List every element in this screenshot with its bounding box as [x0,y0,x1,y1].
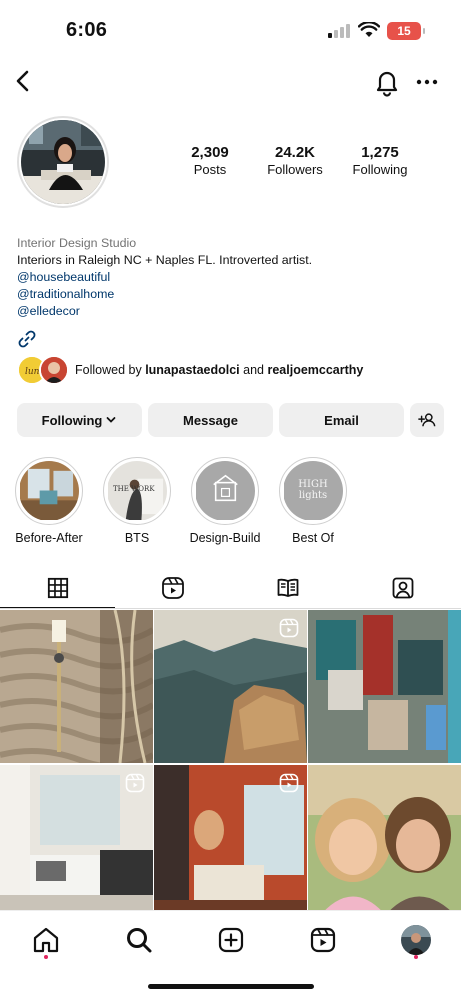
avatar-photo [21,120,105,204]
tab-grid[interactable] [0,568,115,608]
highlight-cover-text: HIGH lights [298,479,328,501]
tagged-icon [392,577,413,599]
stat-followers-label: Followers [267,162,323,177]
following-button-label: Following [41,412,103,428]
followed-by-user-1[interactable]: lunapastaedolci [145,363,239,377]
home-indicator [148,984,314,989]
followed-by[interactable]: luna Followed by lunapastaedolci and rea… [17,355,447,387]
stat-posts[interactable]: 2,309 Posts [170,144,250,177]
more-options-icon[interactable] [414,70,440,94]
post-image [308,610,461,763]
post-thumbnail[interactable] [154,610,307,763]
bio-mention-housebeautiful[interactable]: @housebeautiful [17,269,447,286]
grid-icon [47,577,68,599]
profile-nav-avatar[interactable] [401,925,431,955]
status-time: 6:06 [66,19,108,41]
followed-by-user-2[interactable]: realjoemccarthy [267,363,363,377]
bio-mention-elledecor[interactable]: @elledecor [17,303,447,320]
highlight-cover-text: THE WORK [113,485,155,493]
bio-mention-traditionalhome[interactable]: @traditionalhome [17,286,447,303]
notification-bell-icon[interactable] [372,66,402,98]
home-notification-dot [44,955,48,959]
highlight-best-of[interactable]: HIGH lights Best Of [278,457,348,545]
reel-badge-icon [125,773,145,793]
post-thumbnail[interactable] [0,610,153,763]
followed-by-text: Followed by lunapastaedolci and realjoem… [75,363,363,377]
stat-following-value: 1,275 [361,144,399,161]
reels-icon [161,577,184,599]
tabs-divider [0,608,461,609]
profile-notification-dot [414,955,418,959]
profile-bio: Interior Design Studio Interiors in Rale… [17,235,447,320]
profile-avatar[interactable] [17,116,109,208]
home-icon[interactable] [31,925,61,955]
followed-by-joiner: and [239,363,268,377]
highlight-design-build[interactable]: Design-Build [190,457,260,545]
suggested-accounts-button[interactable] [410,403,444,437]
stat-following[interactable]: 1,275 Following [340,144,420,177]
status-bar: 6:06 15 [0,0,461,56]
back-arrow-icon[interactable] [10,66,38,96]
reel-badge-icon [279,773,299,793]
email-button-label: Email [324,412,359,428]
follower-avatar-2 [39,355,69,385]
add-person-icon [418,413,436,427]
stat-posts-label: Posts [193,162,227,177]
tab-guides[interactable] [230,568,345,608]
post-thumbnail[interactable] [308,765,461,918]
search-icon[interactable] [124,925,154,955]
create-post-icon[interactable] [216,925,246,955]
profile-tabs [0,568,461,610]
highlight-label: Best Of [292,531,334,545]
email-button[interactable]: Email [279,403,404,437]
tab-tagged[interactable] [345,568,460,608]
post-image [0,610,153,763]
following-button[interactable]: Following [17,403,142,437]
reels-nav-icon[interactable] [308,925,338,955]
guides-icon [277,578,298,597]
cellular-signal-icon [328,24,350,38]
chevron-down-icon [106,417,116,423]
post-thumbnail[interactable] [154,765,307,918]
followed-by-prefix: Followed by [75,363,146,377]
link-icon[interactable] [17,329,37,349]
stat-following-label: Following [352,162,408,177]
profile-actions: Following Message Email [17,403,444,437]
highlight-cover-design-build [195,461,255,520]
post-image [308,765,461,918]
profile-category: Interior Design Studio [17,236,137,250]
reel-badge-icon [279,618,299,638]
stat-posts-value: 2,309 [191,144,229,161]
bio-text: Interiors in Raleigh NC + Naples FL. Int… [17,253,313,267]
highlight-before-after[interactable]: Before-After [14,457,84,545]
post-thumbnail[interactable] [0,765,153,918]
highlight-bts[interactable]: THE WORK BTS [102,457,172,545]
stat-followers-value: 24.2K [274,144,316,161]
tab-reels[interactable] [115,568,230,608]
highlight-cover-before-after [19,461,79,520]
profile-stats: 2,309 Posts 24.2K Followers 1,275 Follow… [170,144,420,177]
message-button[interactable]: Message [148,403,273,437]
stat-followers[interactable]: 24.2K Followers [255,144,335,177]
battery-icon: 15 [387,22,425,40]
message-button-label: Message [183,412,238,428]
wifi-icon [358,22,380,37]
post-thumbnail[interactable] [308,610,461,763]
